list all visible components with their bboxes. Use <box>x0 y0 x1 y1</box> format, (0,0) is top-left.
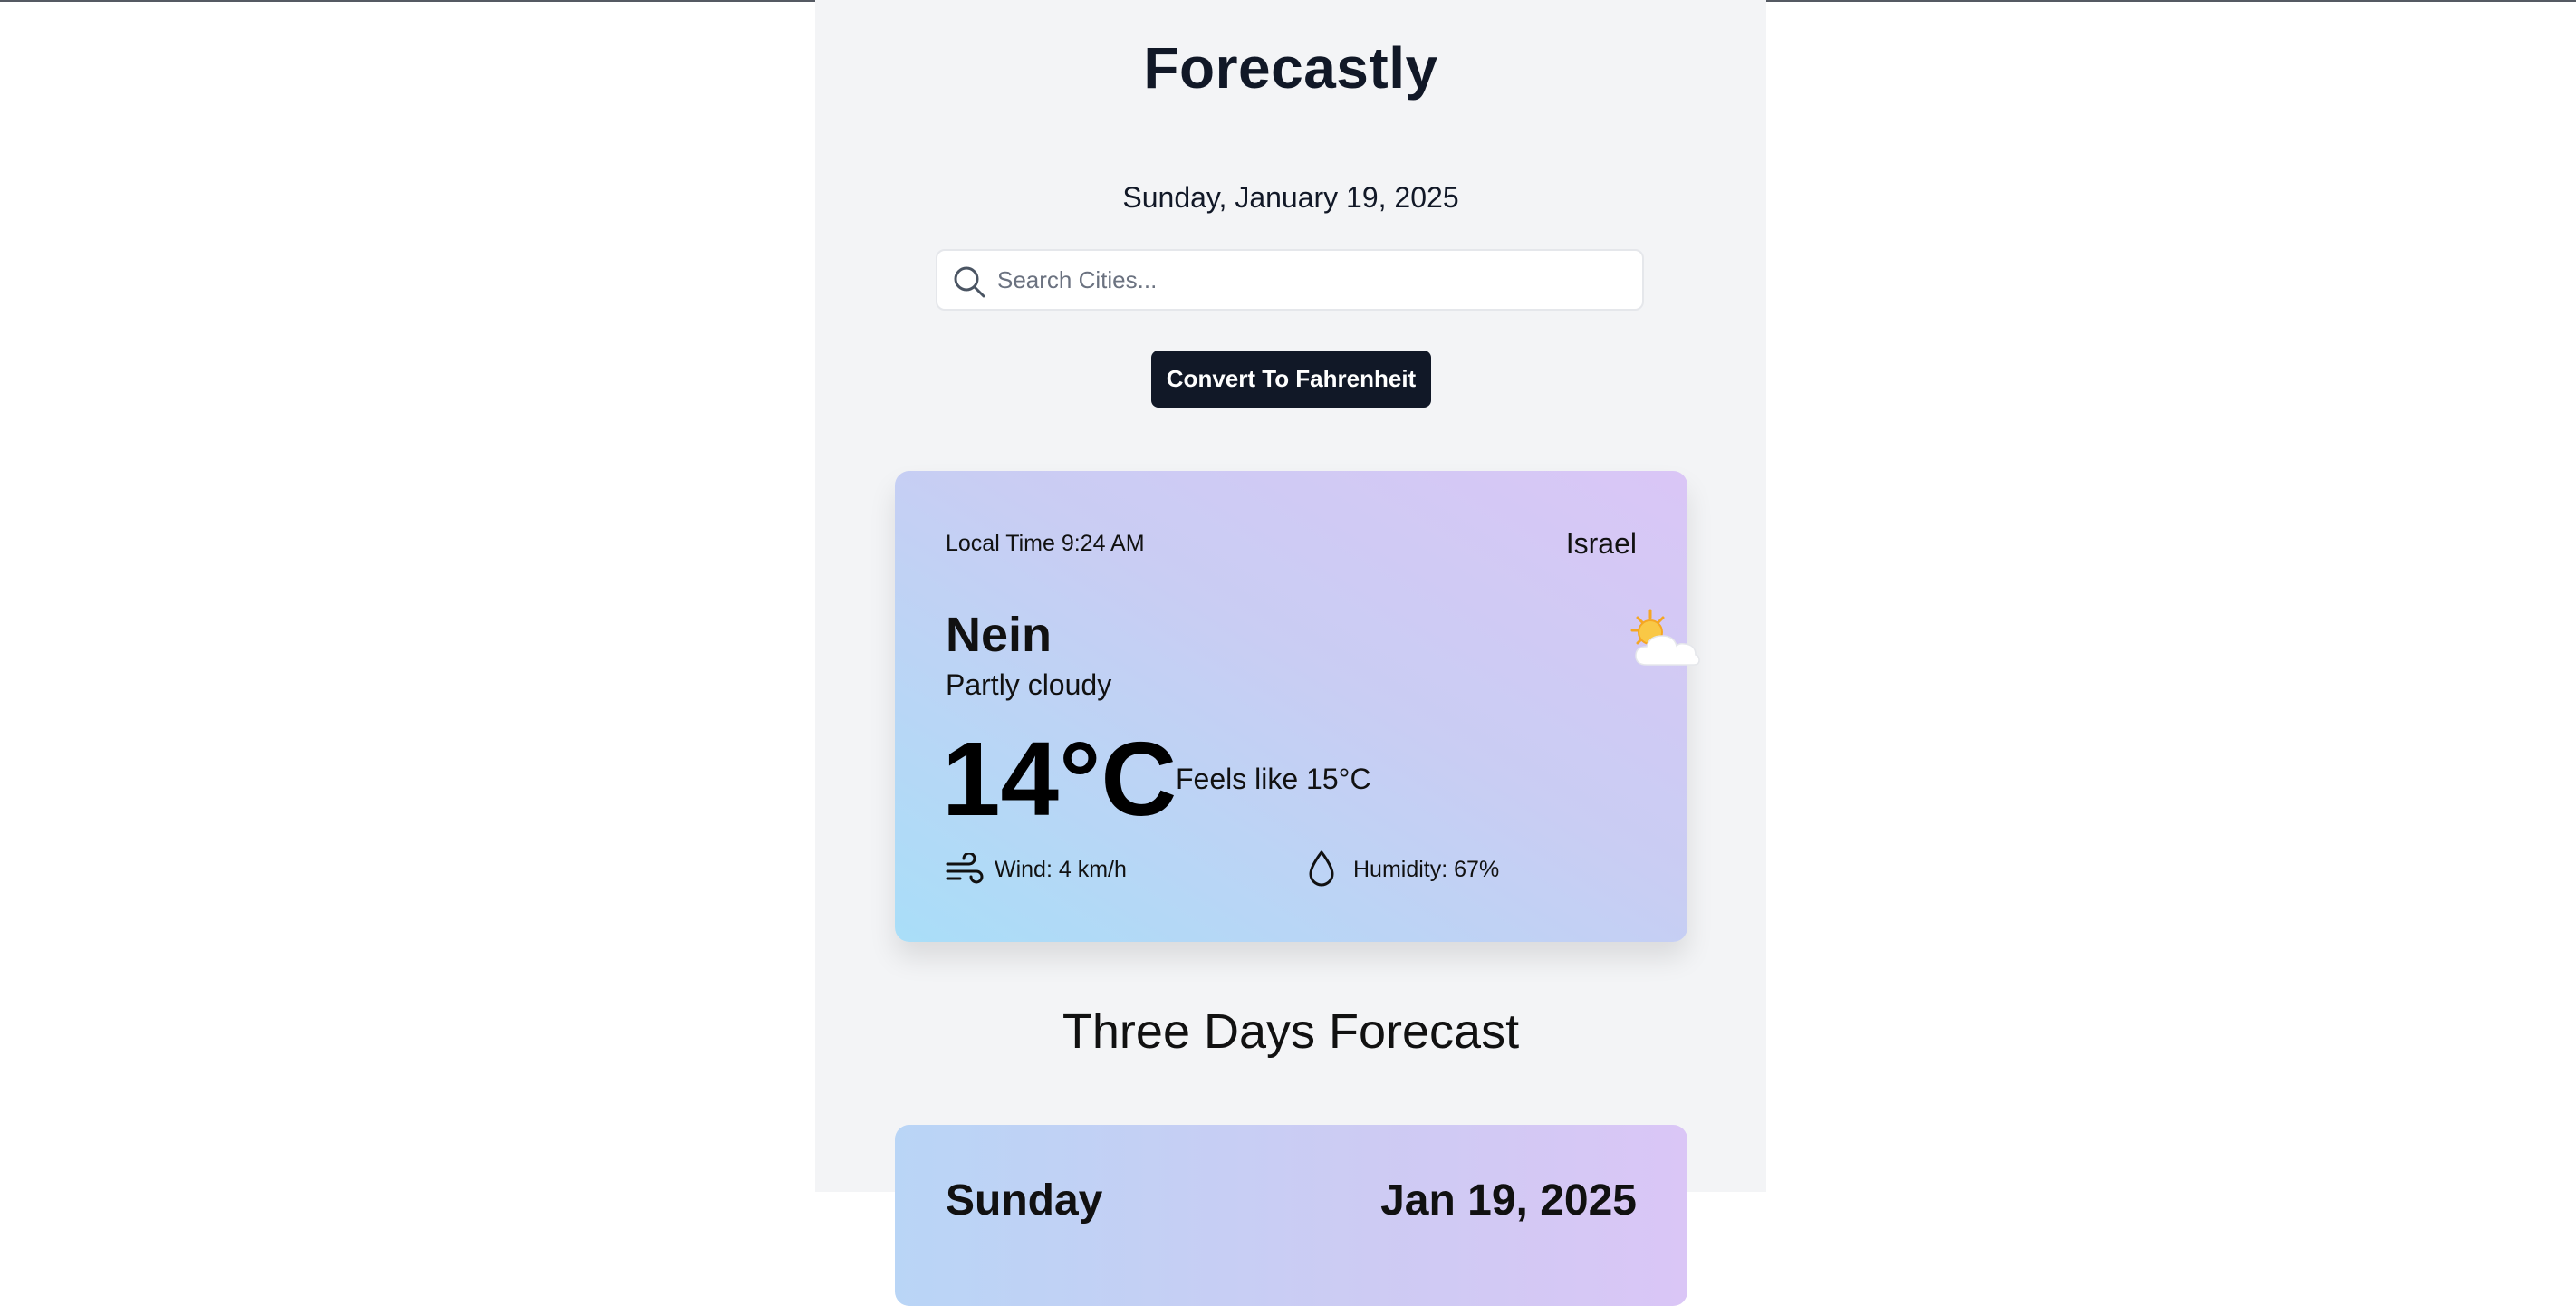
temperature: 14°C <box>942 720 1177 838</box>
partly-cloudy-icon <box>1630 609 1700 666</box>
weather-condition: Partly cloudy <box>946 668 1112 701</box>
search-input[interactable] <box>997 258 1622 302</box>
forecast-day-date: Jan 19, 2025 <box>1380 1176 1637 1224</box>
forecast-day-card: Sunday Jan 19, 2025 <box>895 1125 1687 1306</box>
current-date: Sunday, January 19, 2025 <box>1122 181 1459 214</box>
feels-like: Feels like 15°C <box>1176 763 1371 795</box>
app-container: Forecastly Sunday, January 19, 2025 Conv… <box>815 0 1766 1306</box>
wind-icon <box>946 853 984 884</box>
convert-to-fahrenheit-button[interactable]: Convert To Fahrenheit <box>1151 351 1431 408</box>
current-weather-card: Local Time 9:24 AM Israel Nein Partly cl… <box>895 471 1700 942</box>
local-time: Local Time 9:24 AM <box>946 531 1145 556</box>
forecast-heading: Three Days Forecast <box>1062 1004 1520 1059</box>
forecast-day-name: Sunday <box>946 1176 1103 1224</box>
wind-speed: Wind: 4 km/h <box>995 857 1127 882</box>
humidity: Humidity: 67% <box>1353 857 1500 882</box>
app-title: Forecastly <box>1143 35 1438 101</box>
droplet-icon <box>1309 850 1334 887</box>
city-name: Nein <box>946 608 1053 662</box>
country-name: Israel <box>1565 527 1637 560</box>
search-icon <box>954 266 985 298</box>
search-bar[interactable] <box>936 249 1644 311</box>
